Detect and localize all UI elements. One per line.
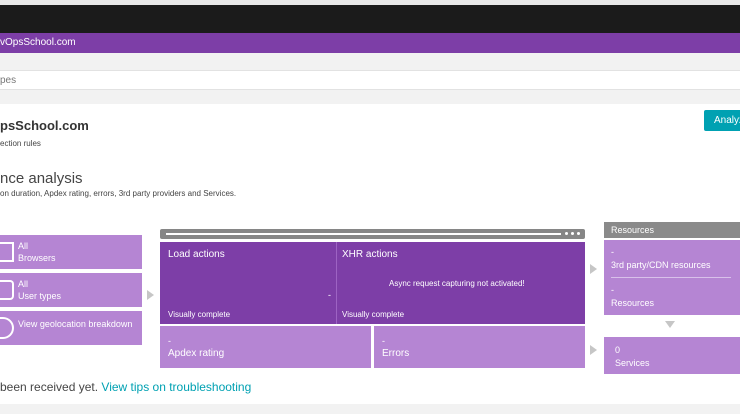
- detection-rules-link[interactable]: ection rules: [0, 139, 41, 148]
- arrow-right-icon: [590, 345, 597, 355]
- services-value: 0: [615, 345, 621, 355]
- no-data-text: been received yet.: [0, 380, 102, 394]
- resources-header: Resources: [604, 222, 740, 238]
- resources-label: Resources: [611, 298, 655, 308]
- user-types-filter-tile[interactable]: All User types: [0, 273, 142, 307]
- geolocation-tile[interactable]: View geolocation breakdown: [0, 311, 142, 345]
- apdex-label: Apdex rating: [168, 348, 225, 359]
- arrow-right-icon: [590, 264, 597, 274]
- load-actions-value: -: [328, 290, 331, 300]
- browsers-filter-value: All: [18, 241, 29, 251]
- xhr-actions-title[interactable]: XHR actions: [342, 249, 398, 260]
- xhr-actions-subtitle: Visually complete: [342, 310, 405, 319]
- apdex-rating-tile[interactable]: - Apdex rating: [160, 326, 371, 368]
- resources-panel[interactable]: - 3rd party/CDN resources - Resources: [604, 240, 740, 315]
- errors-value: -: [382, 336, 385, 346]
- load-actions-title[interactable]: Load actions: [168, 249, 225, 260]
- browsers-filter-tile[interactable]: All Browsers: [0, 235, 142, 269]
- bottom-strip: [0, 404, 740, 414]
- geolocation-label: View geolocation breakdown: [18, 319, 133, 329]
- errors-label: Errors: [382, 348, 410, 359]
- browser-window-bar: [160, 229, 585, 239]
- user-types-filter-value: All: [18, 279, 29, 289]
- analyze-button[interactable]: Analyz: [704, 110, 740, 131]
- filter-bar[interactable]: pes: [0, 70, 740, 90]
- services-label: Services: [615, 358, 650, 368]
- xhr-actions-message: Async request capturing not activated!: [389, 279, 525, 288]
- user-icon: [0, 280, 14, 300]
- third-party-label: 3rd party/CDN resources: [611, 260, 711, 270]
- app-breadcrumb-bar: vOpsSchool.com: [0, 33, 740, 53]
- services-tile[interactable]: 0 Services: [604, 337, 740, 374]
- application-title: psSchool.com: [0, 118, 89, 133]
- resources-value: -: [611, 285, 614, 295]
- user-types-filter-label: User types: [18, 291, 62, 301]
- troubleshooting-link[interactable]: View tips on troubleshooting: [101, 380, 251, 394]
- section-title: nce analysis: [0, 170, 83, 187]
- arrow-right-icon: [147, 290, 154, 300]
- top-navigation-bar: [0, 5, 740, 33]
- section-description: on duration, Apdex rating, errors, 3rd p…: [0, 189, 237, 198]
- errors-tile[interactable]: - Errors: [374, 326, 585, 368]
- arrow-down-icon: [665, 321, 675, 328]
- filter-text: pes: [0, 75, 17, 86]
- app-breadcrumb[interactable]: vOpsSchool.com: [0, 37, 76, 48]
- browser-icon: [0, 242, 14, 262]
- third-party-value: -: [611, 247, 614, 257]
- apdex-value: -: [168, 336, 171, 346]
- no-data-message: been received yet. View tips on troubles…: [0, 380, 251, 394]
- load-actions-subtitle: Visually complete: [168, 310, 231, 319]
- globe-icon: [0, 317, 14, 339]
- actions-panel: Load actions - Visually complete XHR act…: [160, 242, 585, 324]
- browsers-filter-label: Browsers: [18, 253, 56, 263]
